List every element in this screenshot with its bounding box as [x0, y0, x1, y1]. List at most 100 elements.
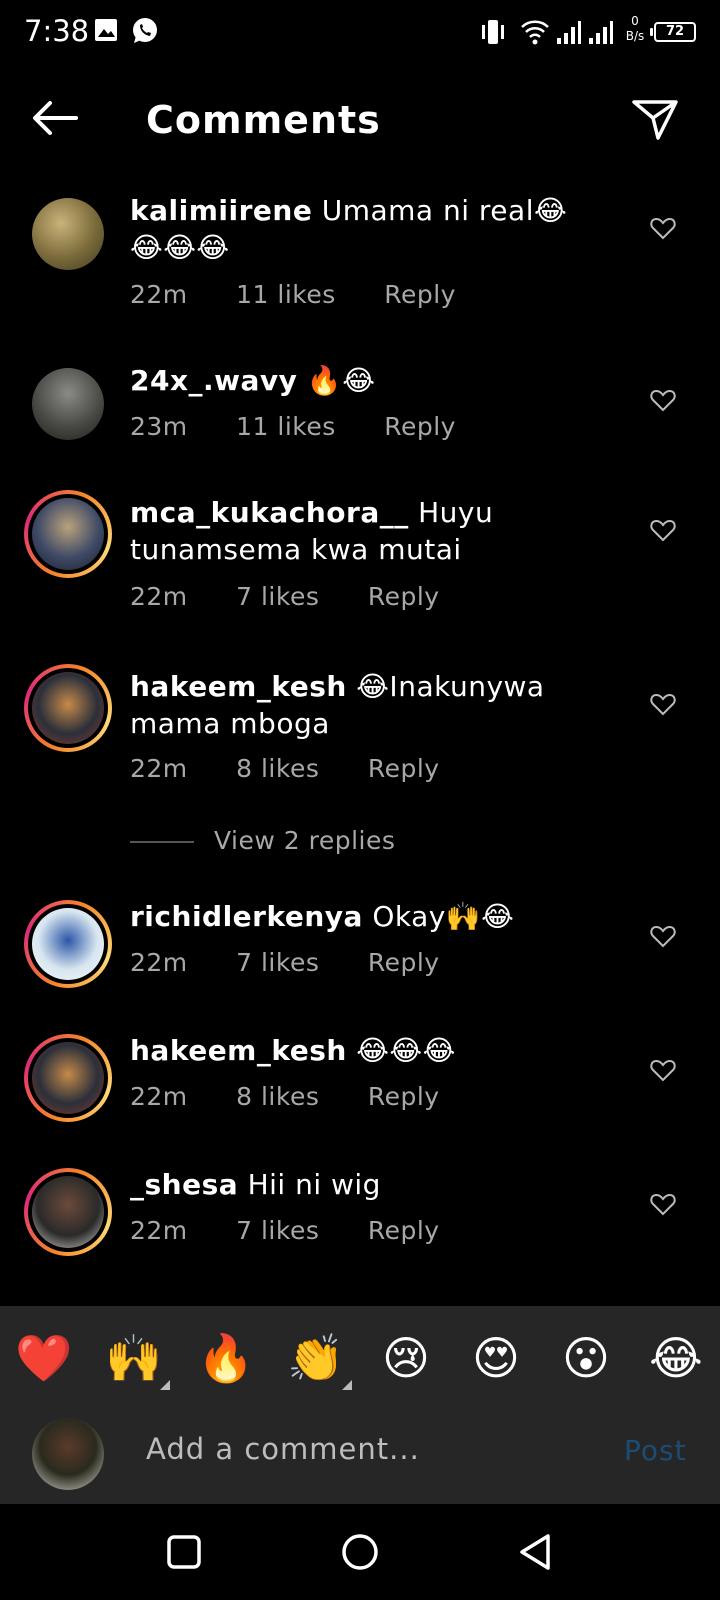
comment-body: mca_kukachora__ Huyu tunamsema kwa mutai [130, 494, 600, 568]
network-speed-value: 0 [631, 14, 639, 28]
comment-likes[interactable]: 11 likes [236, 280, 336, 309]
comment-meta: 22m 7 likes Reply [130, 582, 480, 611]
comment-likes[interactable]: 7 likes [236, 1216, 319, 1245]
comment-meta: 22m 8 likes Reply [130, 1082, 480, 1111]
paper-plane-icon[interactable] [630, 94, 680, 144]
comment-username[interactable]: _shesa [130, 1168, 238, 1201]
recents-square-icon[interactable] [162, 1530, 206, 1574]
emoji-heart-button[interactable]: ❤️ [14, 1328, 74, 1388]
avatar-photo [32, 198, 104, 270]
avatar[interactable] [24, 1034, 112, 1122]
avatar-ring-gap [28, 1172, 108, 1252]
comment-text: Hii ni wig [247, 1168, 381, 1201]
avatar[interactable] [24, 1168, 112, 1256]
comment-item: hakeem_kesh 😂Inakunywa mama mboga 22m 8 … [0, 656, 720, 886]
comment-meta: 22m 8 likes Reply [130, 754, 480, 783]
reply-button[interactable]: Reply [368, 754, 440, 783]
comment-likes[interactable]: 8 likes [236, 1082, 319, 1111]
comment-item: richidlerkenya Okay🙌😂 22m 7 likes Reply [0, 894, 720, 1028]
reply-button[interactable]: Reply [368, 948, 440, 977]
comment-text: Okay🙌😂 [372, 900, 515, 933]
comment-username[interactable]: richidlerkenya [130, 900, 363, 933]
heart-icon[interactable] [650, 1058, 676, 1082]
battery-indicator: 72 [650, 22, 696, 42]
reply-button[interactable]: Reply [384, 412, 456, 441]
status-time: 7:38 [24, 14, 90, 48]
comment-time: 22m [130, 280, 188, 309]
emoji-laughing-button[interactable]: 😂 [646, 1328, 706, 1388]
comment-body: richidlerkenya Okay🙌😂 [130, 898, 600, 935]
network-speed: 0 B/s [620, 14, 650, 44]
arrow-left-icon[interactable] [28, 96, 80, 140]
comment-item: kalimiirene Umama ni real😂😂😂😂 22m 11 lik… [0, 176, 720, 346]
emoji-raised-hands-button[interactable]: 🙌 [104, 1328, 164, 1388]
comment-meta: 22m 7 likes Reply [130, 1216, 480, 1245]
comment-input[interactable]: Add a comment... [146, 1432, 420, 1466]
comment-likes[interactable]: 11 likes [236, 412, 336, 441]
comment-time: 22m [130, 1216, 188, 1245]
comment-body: hakeem_kesh 😂Inakunywa mama mboga [130, 668, 600, 742]
replies-divider [130, 841, 194, 843]
post-button[interactable]: Post [624, 1434, 687, 1467]
view-replies-button[interactable]: View 2 replies [130, 826, 395, 855]
header: Comments [0, 80, 720, 160]
comment-likes[interactable]: 7 likes [236, 582, 319, 611]
signal-icon [557, 21, 581, 44]
home-circle-icon[interactable] [338, 1530, 382, 1574]
avatar-ring-gap [28, 668, 108, 748]
comment-text: 🔥😂 [306, 364, 376, 397]
signal-icon [589, 21, 613, 44]
comment-item: hakeem_kesh 😂😂😂 22m 8 likes Reply [0, 1028, 720, 1162]
emoji-surprised-button[interactable]: 😮 [556, 1328, 616, 1388]
comment-body: _shesa Hii ni wig [130, 1166, 600, 1203]
comment-time: 23m [130, 412, 188, 441]
emoji-crying-button[interactable]: 😢 [376, 1328, 436, 1388]
comment-body: 24x_.wavy 🔥😂 [130, 362, 600, 399]
avatar[interactable] [32, 368, 104, 440]
avatar[interactable] [32, 1418, 104, 1490]
comment-username[interactable]: hakeem_kesh [130, 670, 347, 703]
comment-item: mca_kukachora__ Huyu tunamsema kwa mutai… [0, 482, 720, 654]
heart-icon[interactable] [650, 216, 676, 240]
back-triangle-icon[interactable] [514, 1530, 558, 1574]
avatar-photo [32, 672, 104, 744]
comment-username[interactable]: mca_kukachora__ [130, 496, 409, 529]
status-bar: 7:38 0 B/s 72 [0, 0, 720, 64]
comment-username[interactable]: 24x_.wavy [130, 364, 297, 397]
comment-composer: Add a comment... Post [0, 1406, 720, 1504]
comment-meta: 22m 7 likes Reply [130, 948, 480, 977]
heart-icon[interactable] [650, 388, 676, 412]
heart-icon[interactable] [650, 692, 676, 716]
avatar-photo [32, 368, 104, 440]
reply-button[interactable]: Reply [368, 1082, 440, 1111]
heart-icon[interactable] [650, 924, 676, 948]
emoji-fire-button[interactable]: 🔥 [196, 1328, 256, 1388]
comment-time: 22m [130, 1082, 188, 1111]
emoji-clap-button[interactable]: 👏 [286, 1328, 346, 1388]
avatar[interactable] [24, 664, 112, 752]
whatsapp-icon [133, 18, 157, 43]
avatar[interactable] [32, 198, 104, 270]
wifi-icon [521, 20, 549, 45]
comment-username[interactable]: kalimiirene [130, 194, 312, 227]
avatar-ring-gap [28, 494, 108, 574]
comment-likes[interactable]: 7 likes [236, 948, 319, 977]
heart-icon[interactable] [650, 518, 676, 542]
avatar-ring-gap [28, 1038, 108, 1118]
reply-button[interactable]: Reply [368, 1216, 440, 1245]
comment-username[interactable]: hakeem_kesh [130, 1034, 347, 1067]
reply-button[interactable]: Reply [368, 582, 440, 611]
heart-icon[interactable] [650, 1192, 676, 1216]
gallery-icon [95, 19, 117, 41]
emoji-variants-indicator [342, 1380, 352, 1390]
emoji-heart-eyes-button[interactable]: 😍 [466, 1328, 526, 1388]
avatar[interactable] [24, 490, 112, 578]
comment-text: 😂😂😂 [356, 1034, 456, 1067]
reply-button[interactable]: Reply [384, 280, 456, 309]
comments-list[interactable]: kalimiirene Umama ni real😂😂😂😂 22m 11 lik… [0, 176, 720, 1306]
avatar[interactable] [24, 900, 112, 988]
comment-likes[interactable]: 8 likes [236, 754, 319, 783]
comment-item: _shesa Hii ni wig 22m 7 likes Reply [0, 1162, 720, 1296]
comment-item: 24x_.wavy 🔥😂 23m 11 likes Reply [0, 348, 720, 482]
avatar-photo [32, 908, 104, 980]
